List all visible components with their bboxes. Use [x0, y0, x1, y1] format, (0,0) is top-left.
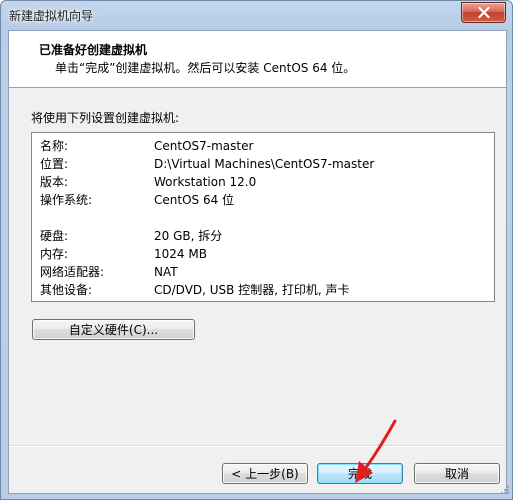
summary-label: 硬盘:: [40, 229, 69, 243]
settings-intro-label: 将使用下列设置创建虚拟机:: [31, 111, 180, 125]
summary-row-memory: 内存: 1024 MB: [40, 245, 480, 263]
customize-hardware-button[interactable]: 自定义硬件(C)...: [32, 319, 195, 340]
summary-value: NAT: [154, 265, 178, 279]
page-subtitle: 单击“完成”创建虚拟机。然后可以安装 CentOS 64 位。: [55, 61, 356, 75]
summary-value: 1024 MB: [154, 247, 207, 261]
summary-value: Workstation 12.0: [154, 175, 257, 189]
summary-value: CD/DVD, USB 控制器, 打印机, 声卡: [154, 283, 350, 297]
summary-row-devices: 其他设备: CD/DVD, USB 控制器, 打印机, 声卡: [40, 281, 480, 299]
summary-row-network: 网络适配器: NAT: [40, 263, 480, 281]
settings-summary-box[interactable]: 名称: CentOS7-master 位置: D:\Virtual Machin…: [31, 132, 495, 302]
summary-label: 位置:: [40, 157, 69, 171]
summary-label: 内存:: [40, 247, 69, 261]
summary-label: 其他设备:: [40, 283, 93, 297]
summary-value: 20 GB, 拆分: [154, 229, 223, 243]
summary-row-disk: 硬盘: 20 GB, 拆分: [40, 227, 480, 245]
summary-label: 操作系统:: [40, 193, 93, 207]
back-button[interactable]: < 上一步(B): [222, 463, 308, 484]
summary-row-name: 名称: CentOS7-master: [40, 137, 480, 155]
summary-row-os: 操作系统: CentOS 64 位: [40, 191, 480, 209]
page-title: 已准备好创建虚拟机: [39, 43, 148, 57]
summary-row-location: 位置: D:\Virtual Machines\CentOS7-master: [40, 155, 480, 173]
wizard-window: 新建虚拟机向导 已准备好创建虚拟机 单击“完成”创建虚拟机。然后可以安装 Cen…: [0, 0, 513, 500]
summary-label: 版本:: [40, 175, 69, 189]
summary-label: 名称:: [40, 139, 69, 153]
summary-value: D:\Virtual Machines\CentOS7-master: [154, 157, 375, 171]
title-bar[interactable]: 新建虚拟机向导: [1, 1, 512, 27]
wizard-body: 已准备好创建虚拟机 单击“完成”创建虚拟机。然后可以安装 CentOS 64 位…: [8, 30, 507, 494]
close-icon: [477, 7, 490, 18]
window-title: 新建虚拟机向导: [9, 9, 94, 23]
footer-divider: [9, 445, 506, 447]
summary-value: CentOS 64 位: [154, 193, 235, 207]
resize-grip-icon[interactable]: [498, 485, 510, 497]
cancel-button[interactable]: 取消: [414, 463, 500, 484]
finish-button[interactable]: 完成: [317, 463, 403, 484]
summary-label: 网络适配器:: [40, 265, 105, 279]
wizard-header: 已准备好创建虚拟机 单击“完成”创建虚拟机。然后可以安装 CentOS 64 位…: [9, 31, 506, 88]
summary-row-version: 版本: Workstation 12.0: [40, 173, 480, 191]
summary-value: CentOS7-master: [154, 139, 254, 153]
close-button[interactable]: [461, 2, 506, 23]
